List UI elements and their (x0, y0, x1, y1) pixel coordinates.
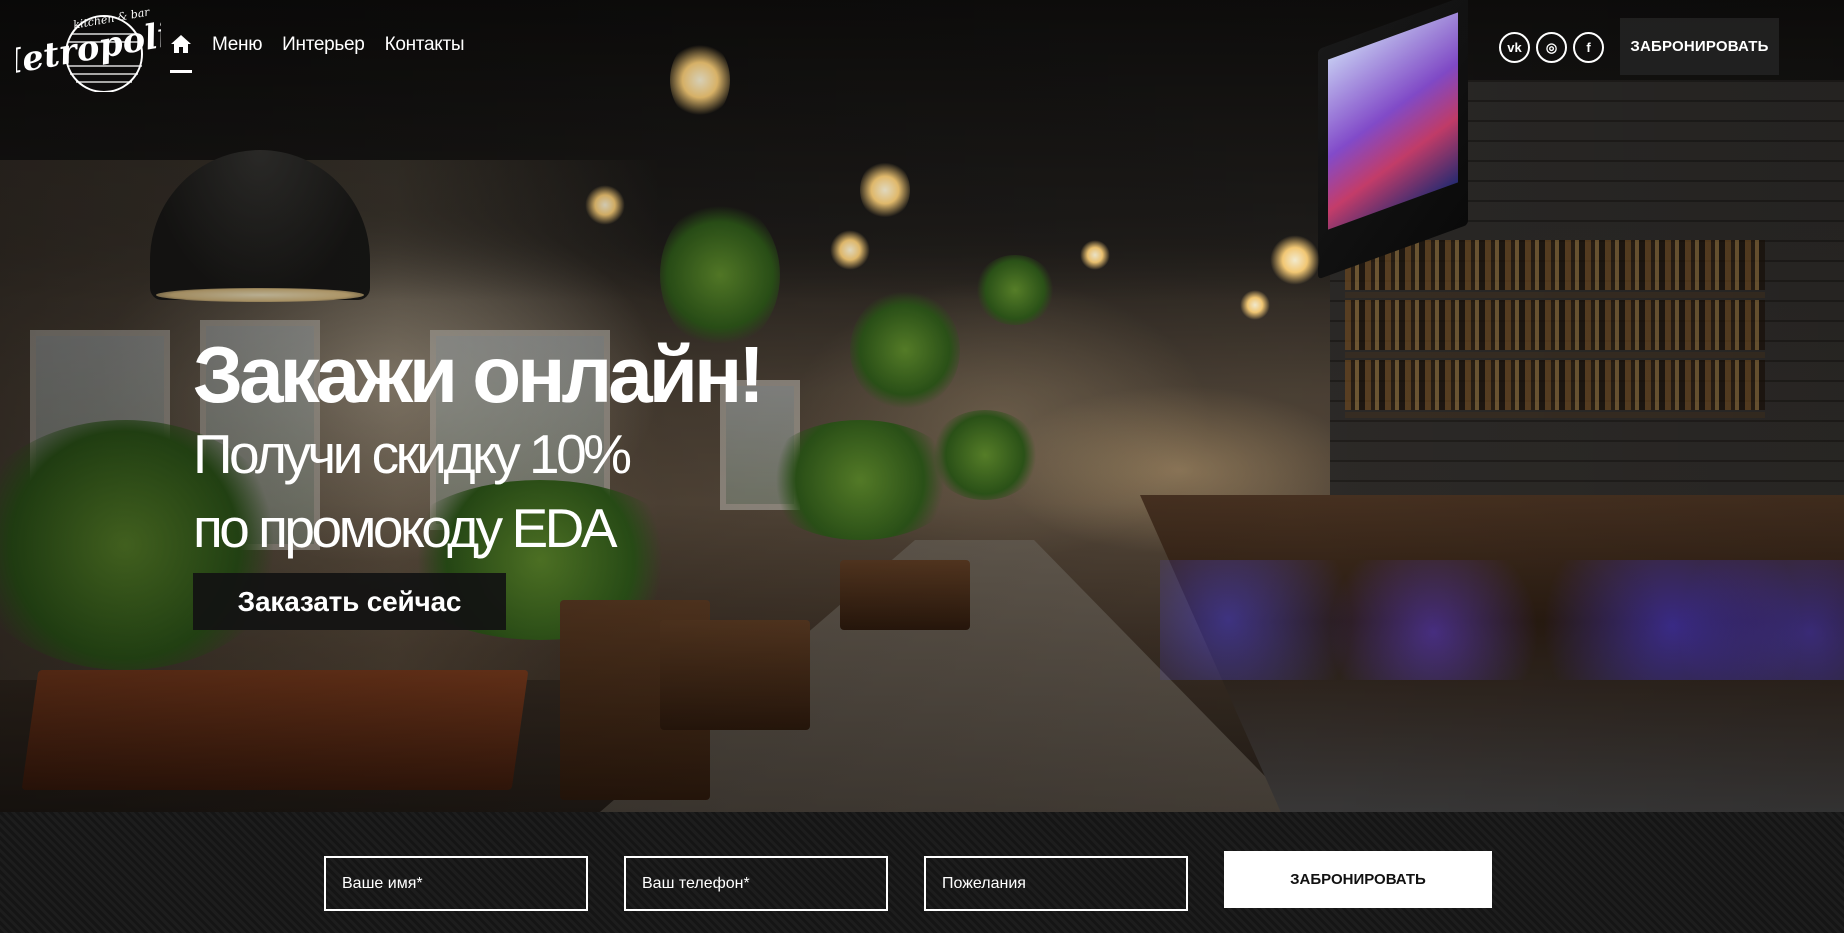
order-now-button[interactable]: Заказать сейчас (193, 573, 506, 630)
facebook-icon[interactable]: f (1573, 32, 1604, 63)
main-nav: Меню Интерьер Контакты (170, 34, 484, 73)
hero-promo-code-text: по промокоду EDA (193, 497, 618, 559)
header-book-button[interactable]: ЗАБРОНИРОВАТЬ (1620, 18, 1779, 75)
metropolis-logo[interactable]: Metropolis kitchen & bar (16, 8, 161, 92)
nav-menu[interactable]: Меню (212, 34, 262, 56)
vk-icon[interactable]: vk (1499, 32, 1530, 63)
name-field[interactable] (324, 856, 588, 911)
hero-headline: Закажи онлайн! (193, 330, 765, 419)
phone-field[interactable] (624, 856, 888, 911)
nav-active-indicator (170, 70, 192, 73)
social-links: vk ◎ f (1499, 32, 1604, 63)
nav-home[interactable] (170, 34, 192, 73)
nav-interior[interactable]: Интерьер (282, 34, 365, 56)
nav-contacts[interactable]: Контакты (385, 34, 465, 56)
wishes-field[interactable] (924, 856, 1188, 911)
hero-discount-text: Получи скидку 10% (193, 423, 632, 485)
booking-submit-button[interactable]: ЗАБРОНИРОВАТЬ (1224, 851, 1492, 908)
instagram-icon[interactable]: ◎ (1536, 32, 1567, 63)
home-icon (171, 35, 191, 53)
booking-bar (0, 812, 1844, 933)
